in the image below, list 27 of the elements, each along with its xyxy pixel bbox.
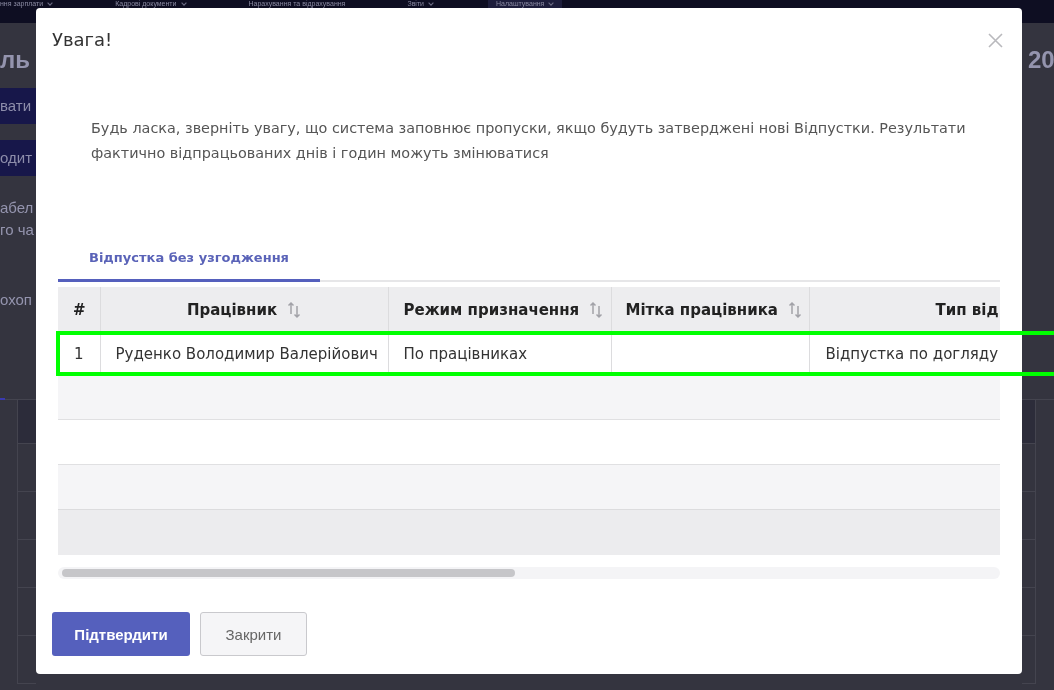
confirm-button[interactable]: Підтвердити <box>52 612 190 656</box>
dialog-message: Будь ласка, зверніть увагу, що система заповнює пропуски, якщо будуть затверджені нові Відпустки. Результати фактично відпрацьованих днів і годин можуть змінюватися <box>91 119 966 163</box>
scrollbar-thumb[interactable] <box>62 569 515 577</box>
sort-icon <box>287 301 302 319</box>
sort-icon <box>787 301 802 319</box>
close-button[interactable] <box>987 31 1004 49</box>
page-title: ль <box>0 46 31 74</box>
page-button[interactable]: одит <box>0 140 36 176</box>
sort-icon <box>589 301 604 319</box>
close-dialog-button[interactable]: Закрити <box>200 612 307 656</box>
column-header: Тип від <box>809 287 1000 333</box>
page-title: 20 <box>1027 46 1054 74</box>
tab[interactable]: Відпустка без узгодження <box>58 237 320 282</box>
chevron-down-icon <box>428 2 435 6</box>
close-icon <box>988 32 1003 48</box>
column-header[interactable]: Працівник <box>100 287 388 333</box>
scrollbar-track[interactable] <box>58 567 1000 579</box>
column-header: # <box>58 287 100 333</box>
chevron-down-icon <box>180 2 187 6</box>
page-text: абел го ча <box>0 198 35 240</box>
chevron-down-icon <box>548 2 555 6</box>
dialog-title: Увага! <box>52 28 113 52</box>
page-button[interactable]: вати <box>0 88 36 124</box>
chevron-down-icon <box>47 2 54 6</box>
page-text: охоп <box>0 290 33 310</box>
column-header[interactable]: Режим призначення <box>388 287 611 333</box>
column-header[interactable]: Мітка працівника <box>611 287 809 333</box>
